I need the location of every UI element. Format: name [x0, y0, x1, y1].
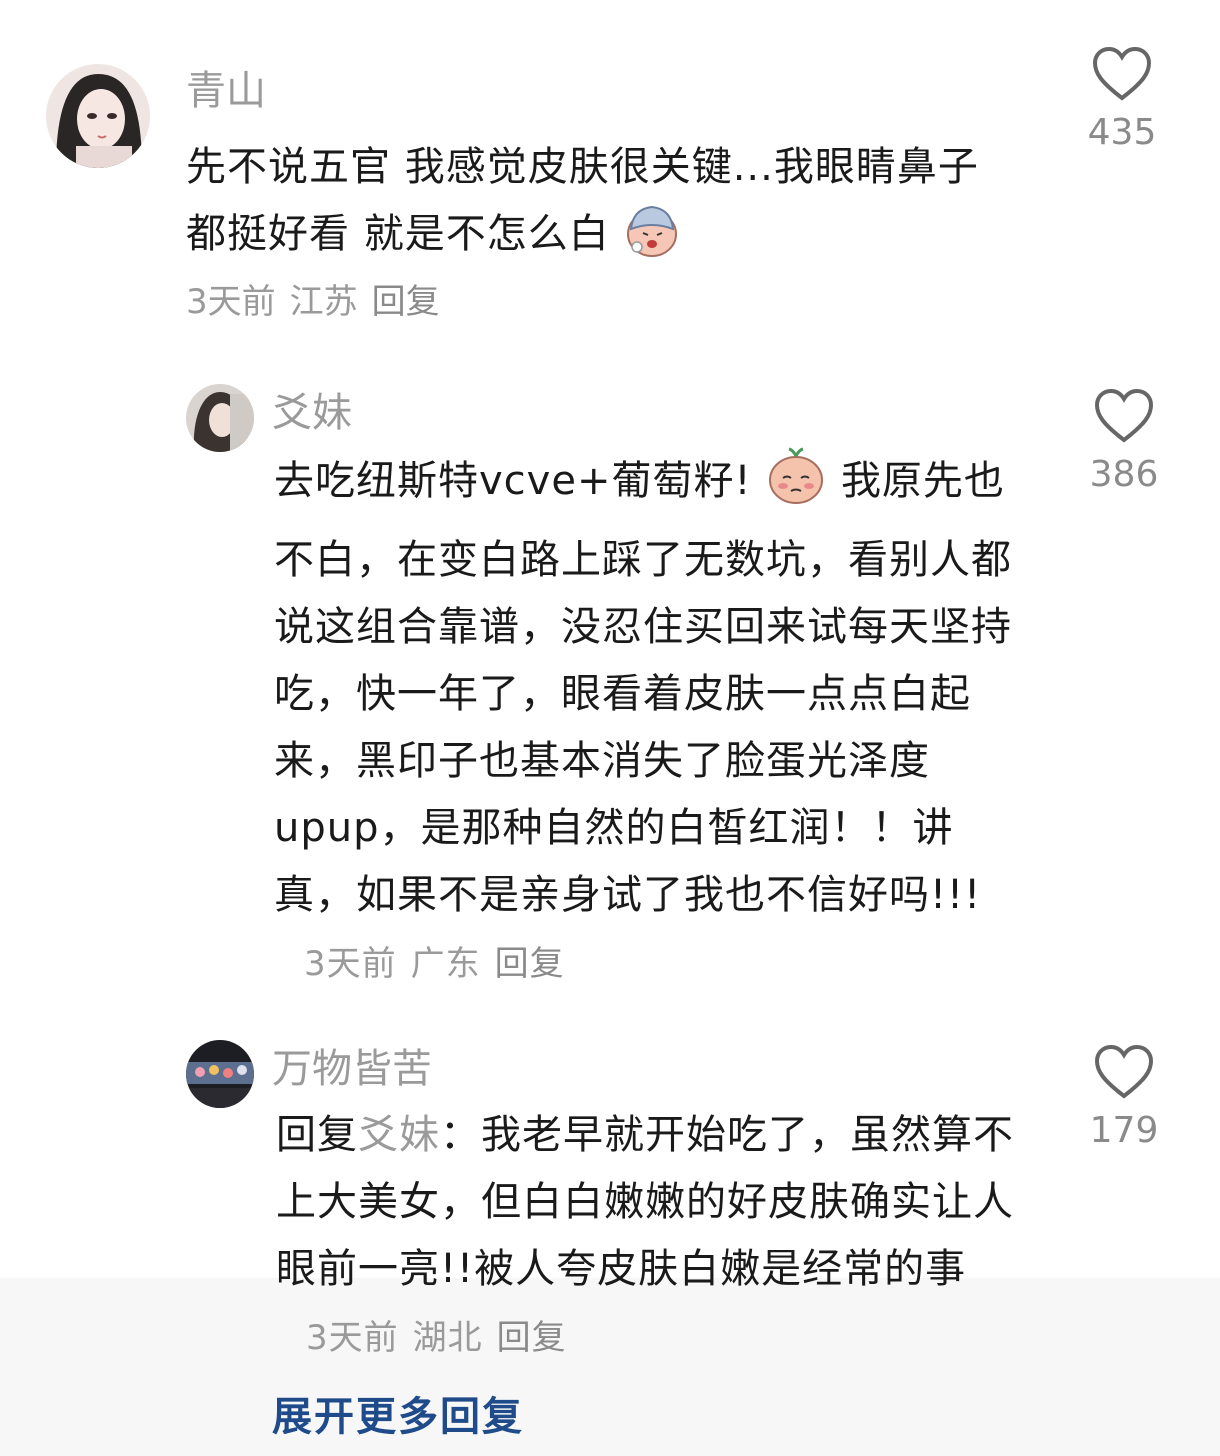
heart-icon[interactable]: [1091, 46, 1153, 102]
comment-text: 去吃纽斯特vcve+葡萄籽! 我原先也不白，在变白路上踩了无数坑，看别人都说这组…: [274, 446, 1034, 998]
like-count: 435: [1087, 112, 1157, 153]
avatar[interactable]: [186, 384, 254, 452]
comment-time: 3天前: [304, 944, 397, 984]
reply-prefix: 回复: [276, 1112, 358, 1158]
username[interactable]: 爻妹: [272, 390, 352, 436]
like-count: 386: [1089, 454, 1159, 495]
comment-meta: 3天前 广东 回复: [304, 931, 579, 998]
avatar[interactable]: [186, 1040, 254, 1108]
like-button[interactable]: 179: [1074, 1044, 1174, 1151]
shy-face-emoji-icon: [765, 446, 827, 527]
comment-meta: 3天前 江苏 回复: [186, 274, 454, 323]
heart-icon[interactable]: [1093, 1044, 1155, 1100]
comment-location: 广东: [410, 944, 481, 984]
comment-location: 江苏: [289, 282, 358, 322]
comment-text-content: 我原先也不白，在变白路上踩了无数坑，看别人都说这组合靠谱，没忍住买回来试每天坚持…: [274, 458, 1012, 918]
reply-button[interactable]: 回复: [372, 282, 440, 322]
username[interactable]: 万物皆苦: [272, 1046, 432, 1092]
reply-colon: ：: [440, 1112, 481, 1158]
comment-meta: 3天前 湖北 回复: [306, 1305, 581, 1372]
comment-text: 先不说五官 我感觉皮肤很关键...我眼睛鼻子都挺好看 就是不怎么白: [186, 134, 1016, 280]
comment-time: 3天前: [306, 1318, 399, 1358]
reply-button[interactable]: 回复: [497, 1318, 567, 1358]
avatar[interactable]: [46, 64, 150, 168]
username[interactable]: 青山: [186, 68, 266, 114]
heart-icon[interactable]: [1093, 388, 1155, 444]
sick-face-emoji-icon: [623, 201, 681, 280]
comment-text-content: 先不说五官 我感觉皮肤很关键...我眼睛鼻子都挺好看 就是不怎么白: [186, 144, 979, 257]
like-button[interactable]: 435: [1072, 46, 1172, 153]
reply-target-username[interactable]: 爻妹: [358, 1112, 440, 1158]
comment-time: 3天前: [186, 282, 276, 322]
reply-button[interactable]: 回复: [495, 944, 565, 984]
comment-location: 湖北: [412, 1318, 483, 1358]
expand-more-replies-button[interactable]: 展开更多回复: [272, 1384, 524, 1442]
comment-text: 回复爻妹：我老早就开始吃了，虽然算不上大美女，但白白嫩嫩的好皮肤确实让人眼前一亮…: [276, 1102, 1048, 1372]
like-button[interactable]: 386: [1074, 388, 1174, 495]
like-count: 179: [1089, 1110, 1159, 1151]
comment-text-content: 去吃纽斯特vcve+葡萄籽!: [274, 458, 752, 504]
